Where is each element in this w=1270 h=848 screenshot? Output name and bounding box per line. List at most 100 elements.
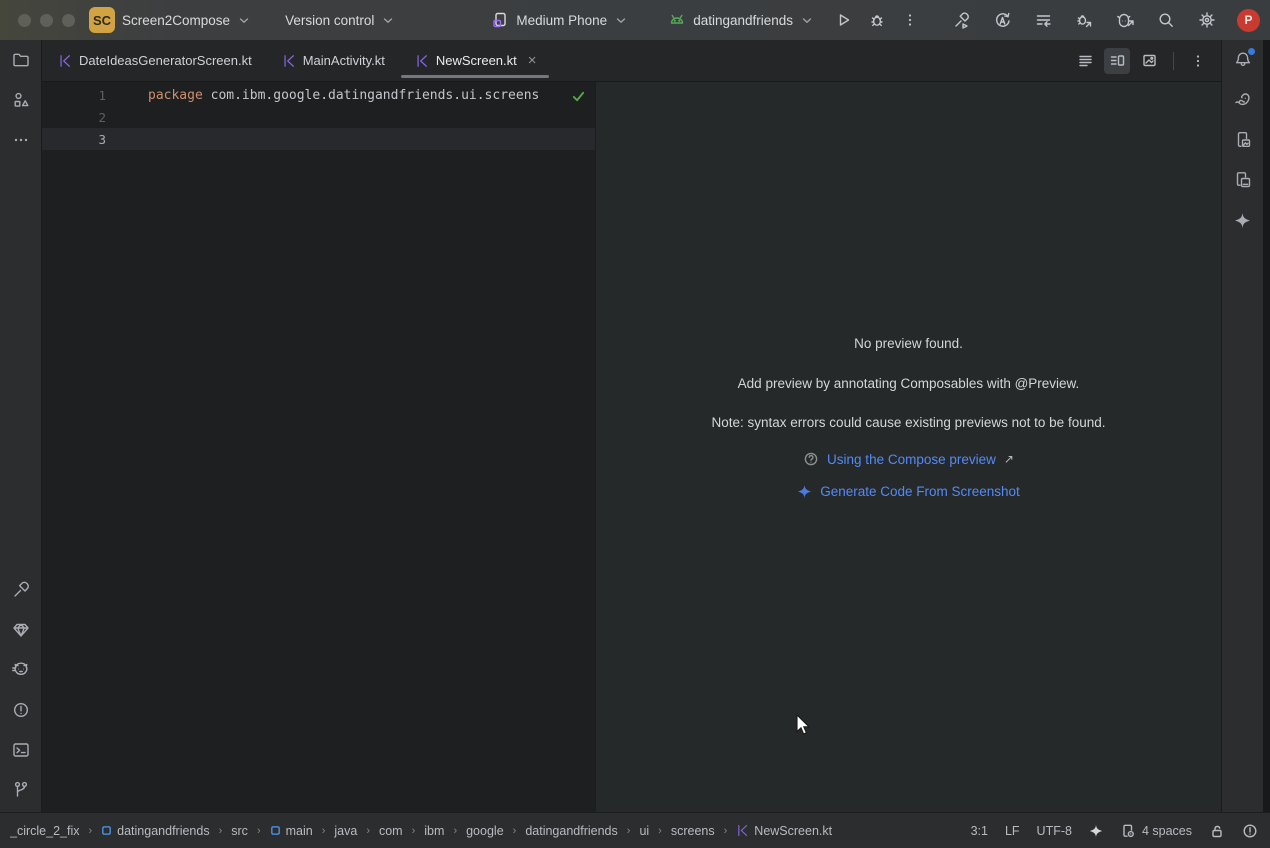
breadcrumb-separator: › [88, 825, 92, 837]
chevron-down-icon [239, 17, 249, 24]
close-window-button[interactable] [18, 14, 31, 27]
zoom-window-button[interactable] [62, 14, 75, 27]
version-control-toolwindow-button[interactable] [0, 770, 42, 810]
help-icon [803, 451, 819, 467]
run-button[interactable] [830, 6, 858, 34]
device-manager-toolwindow-button[interactable] [1222, 160, 1264, 200]
breadcrumb-item[interactable]: main [270, 824, 313, 838]
line-number: 1 [84, 88, 106, 103]
profiler-button[interactable] [1111, 6, 1139, 34]
project-name: Screen2Compose [122, 13, 230, 28]
editor-tabbar: DateIdeasGeneratorScreen.kt MainActivity… [42, 40, 1221, 82]
device-name: Medium Phone [516, 13, 607, 28]
module-icon [270, 825, 281, 836]
vcs-widget[interactable]: Version control [285, 13, 393, 28]
breadcrumb-separator: › [366, 825, 370, 837]
right-toolwindow-bar [1221, 40, 1263, 812]
debug-button[interactable] [863, 6, 891, 34]
inspections-ok-check-icon[interactable] [571, 89, 586, 104]
breadcrumb: _circle_2_fix › datingandfriends › src ›… [10, 824, 832, 838]
breadcrumb-item[interactable]: datingandfriends [101, 824, 209, 838]
editor-line-1[interactable]: 1 package com.ibm.google.datingandfriend… [42, 84, 595, 106]
no-preview-message: No preview found. [854, 336, 963, 351]
apply-changes-button[interactable] [988, 6, 1016, 34]
add-preview-hint: Add preview by annotating Composables wi… [738, 376, 1080, 391]
settings-button[interactable] [1193, 6, 1221, 34]
external-link-icon: ↗ [1004, 452, 1014, 466]
package-path: com.ibm.google.datingandfriends.ui.scree… [203, 88, 540, 103]
caret-position-widget[interactable]: 3:1 [971, 824, 988, 838]
running-devices-toolwindow-button[interactable] [1222, 120, 1264, 160]
build-project-button[interactable] [947, 6, 975, 34]
breadcrumb-separator: › [257, 825, 261, 837]
app-quality-insights-toolwindow-button[interactable] [0, 610, 42, 650]
titlebar: SC Screen2Compose Version control Medium… [0, 0, 1270, 40]
breadcrumb-item[interactable]: NewScreen.kt [736, 824, 832, 838]
app-logo-icon: SC [89, 7, 115, 33]
keyword-package: package [148, 88, 203, 103]
tab-options-button[interactable] [1185, 48, 1211, 74]
search-everywhere-button[interactable] [1152, 6, 1180, 34]
gemini-status-icon[interactable] [1089, 824, 1103, 838]
tab-newscreen[interactable]: NewScreen.kt × [399, 40, 551, 81]
code-view-button[interactable] [1072, 48, 1098, 74]
notification-badge [1248, 48, 1255, 55]
tab-label: NewScreen.kt [436, 53, 517, 68]
terminal-toolwindow-button[interactable] [0, 730, 42, 770]
read-write-lock-icon[interactable] [1209, 823, 1225, 839]
editor-line-3-current[interactable]: 3 [42, 128, 595, 150]
compose-preview-docs-link[interactable]: Using the Compose preview [827, 452, 996, 467]
tab-label: MainActivity.kt [303, 53, 385, 68]
chevron-down-icon [616, 17, 626, 24]
more-actions-button[interactable] [896, 6, 924, 34]
run-configuration-selector[interactable]: datingandfriends [668, 11, 812, 29]
gemini-toolwindow-button[interactable] [1222, 200, 1264, 240]
breadcrumb-separator: › [627, 825, 631, 837]
breadcrumb-item[interactable]: screens [671, 824, 715, 838]
kotlin-file-icon [282, 54, 296, 68]
close-tab-icon[interactable]: × [528, 52, 537, 69]
inspection-status-icon[interactable] [1242, 823, 1258, 839]
attach-debugger-button[interactable] [1070, 6, 1098, 34]
structure-toolwindow-button[interactable] [0, 80, 42, 120]
breadcrumb-item[interactable]: com [379, 824, 403, 838]
apply-code-changes-button[interactable] [1029, 6, 1057, 34]
project-widget[interactable]: SC Screen2Compose [89, 7, 249, 33]
project-toolwindow-button[interactable] [0, 40, 42, 80]
more-toolwindows-button[interactable] [0, 120, 42, 160]
breadcrumb-item[interactable]: google [466, 824, 504, 838]
breadcrumb-item[interactable]: ui [639, 824, 649, 838]
breadcrumb-item[interactable]: src [231, 824, 248, 838]
user-avatar[interactable]: P [1237, 9, 1260, 32]
breadcrumb-item[interactable]: ibm [424, 824, 444, 838]
tab-dateideasgeneratorscreen[interactable]: DateIdeasGeneratorScreen.kt [42, 40, 266, 81]
notifications-button[interactable] [1222, 40, 1264, 80]
editor-line-2[interactable]: 2 [42, 106, 595, 128]
gemini-sparkle-icon [797, 484, 812, 499]
kotlin-file-icon [58, 54, 72, 68]
breadcrumb-item[interactable]: datingandfriends [525, 824, 617, 838]
design-view-button[interactable] [1136, 48, 1162, 74]
breadcrumb-item[interactable]: java [334, 824, 357, 838]
problems-toolwindow-button[interactable] [0, 690, 42, 730]
gradle-toolwindow-button[interactable] [1222, 80, 1264, 120]
divider [1173, 52, 1174, 70]
tab-mainactivity[interactable]: MainActivity.kt [266, 40, 399, 81]
breadcrumb-separator: › [453, 825, 457, 837]
line-separator-widget[interactable]: LF [1005, 824, 1020, 838]
code-editor[interactable]: 1 package com.ibm.google.datingandfriend… [42, 82, 595, 812]
device-selector[interactable]: Medium Phone [491, 11, 626, 29]
minimize-window-button[interactable] [40, 14, 53, 27]
breadcrumb-separator: › [513, 825, 517, 837]
generate-code-from-screenshot-link[interactable]: Generate Code From Screenshot [820, 484, 1020, 499]
ide-window: SC Screen2Compose Version control Medium… [0, 0, 1270, 848]
encoding-widget[interactable]: UTF-8 [1037, 824, 1072, 838]
split-view-button[interactable] [1104, 48, 1130, 74]
chevron-down-icon [802, 17, 812, 24]
logcat-toolwindow-button[interactable] [0, 650, 42, 690]
breadcrumb-separator: › [412, 825, 416, 837]
indent-widget[interactable]: 4 spaces [1120, 823, 1192, 839]
run-config-name: datingandfriends [693, 13, 793, 28]
build-toolwindow-button[interactable] [0, 570, 42, 610]
breadcrumb-item[interactable]: _circle_2_fix [10, 824, 79, 838]
